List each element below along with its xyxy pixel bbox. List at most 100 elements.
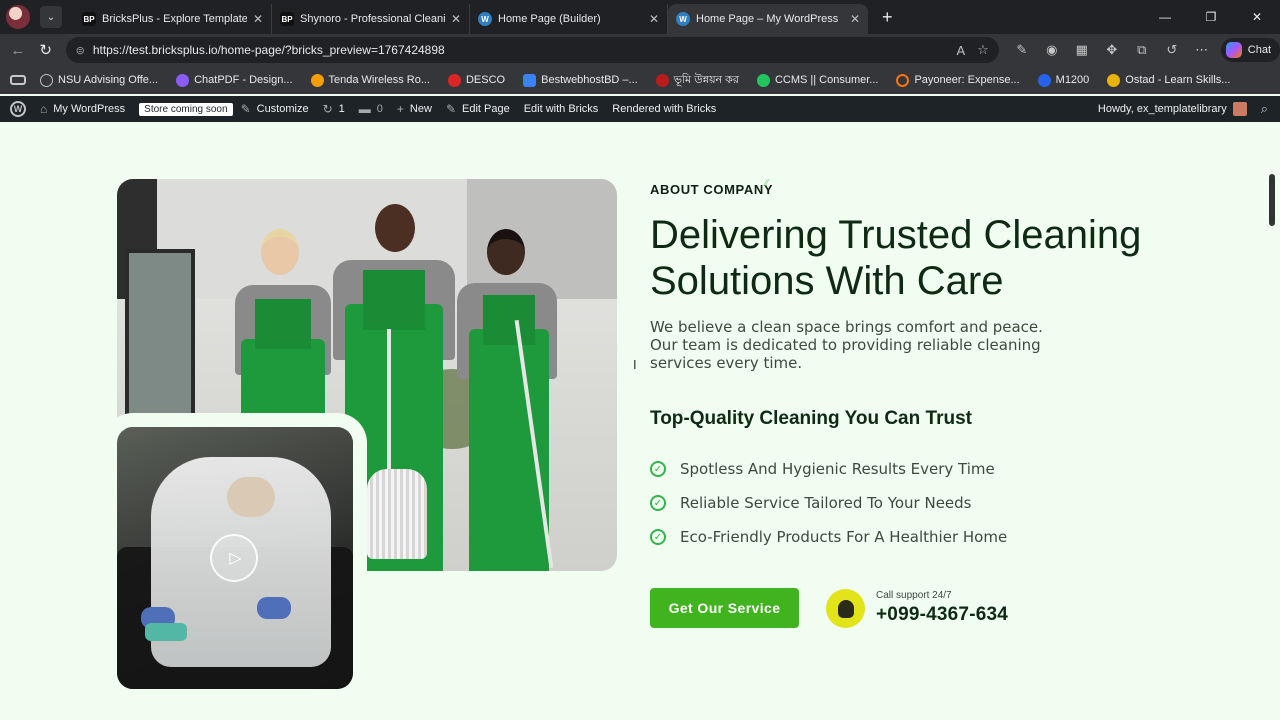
bookmark-item[interactable]: Tenda Wireless Ro...	[310, 73, 430, 87]
check-circle-icon: ✓	[650, 529, 666, 545]
section-description: We believe a clean space brings comfort …	[650, 318, 1043, 372]
updates-icon: ↻	[322, 102, 333, 116]
read-aloud-icon[interactable]: A	[956, 43, 965, 58]
support-agent-icon	[826, 589, 865, 628]
copilot-chat-button[interactable]: Chat	[1220, 38, 1280, 62]
extensions-puzzle-icon[interactable]: ✥	[1097, 42, 1127, 58]
bookmarks-bar: NSU Advising Offe... ChatPDF - Design...…	[0, 66, 1280, 94]
wp-site-name[interactable]: ⌂ My WordPress	[40, 102, 125, 116]
play-icon[interactable]: ▷	[210, 534, 258, 582]
get-our-service-button[interactable]: Get Our Service	[650, 588, 799, 628]
wp-new[interactable]: + New	[397, 102, 432, 116]
comment-icon: ▬	[358, 102, 371, 116]
bricksplus-favicon-icon: BP	[82, 12, 96, 26]
tab-shynoro[interactable]: BP Shynoro - Professional Cleaning Se ✕	[272, 4, 470, 34]
tab-builder[interactable]: W Home Page (Builder) ✕	[470, 4, 668, 34]
wp-edit-with-bricks[interactable]: Edit with Bricks	[524, 103, 599, 115]
toolbar-extensions: ✎ ◉ ▦ ✥ ⧉ ↺ ⋯	[1007, 42, 1217, 58]
list-item: ✓ Eco-Friendly Products For A Healthier …	[650, 520, 1007, 554]
page-title: Delivering Trusted Cleaning Solutions Wi…	[650, 213, 1142, 303]
tab-list-icon[interactable]: ⌄	[40, 6, 62, 28]
close-tab-icon[interactable]: ✕	[649, 12, 659, 26]
feature-list: ✓ Spotless And Hygienic Results Every Ti…	[650, 452, 1007, 554]
scrollbar-thumb[interactable]	[1269, 174, 1275, 226]
section-eyebrow: ABOUT COMPANY	[650, 182, 774, 197]
wp-updates[interactable]: ↻ 1	[323, 102, 345, 116]
wp-rendered-with-bricks[interactable]: Rendered with Bricks	[612, 103, 716, 115]
tab-title: Home Page (Builder)	[498, 13, 601, 25]
text-cursor-icon: I	[633, 357, 637, 372]
wp-comments[interactable]: ▬ 0	[359, 102, 383, 116]
bookmark-item[interactable]: ChatPDF - Design...	[176, 73, 293, 87]
ccms-icon	[756, 73, 770, 87]
extension-grid-icon[interactable]: ▦	[1067, 42, 1097, 58]
bookmark-item[interactable]: ভূমি উন্নয়ন কর	[655, 71, 739, 90]
profile-avatar[interactable]	[6, 5, 30, 29]
history-icon[interactable]: ↺	[1157, 42, 1187, 58]
minimize-icon[interactable]: —	[1142, 0, 1188, 34]
decorative-accent-icon: ⁄⁄	[765, 178, 769, 189]
vacuum-cleaner	[367, 469, 427, 559]
dashboard-icon: ⌂	[40, 102, 48, 116]
bookmark-item[interactable]: Ostad - Learn Skills...	[1107, 73, 1230, 87]
video-thumbnail[interactable]: ▷	[117, 427, 353, 689]
ostad-icon	[1107, 73, 1121, 87]
list-item: ✓ Spotless And Hygienic Results Every Ti…	[650, 452, 1007, 486]
bookmark-item[interactable]: CCMS || Consumer...	[756, 73, 878, 87]
desco-icon	[447, 73, 461, 87]
feature-text: Eco-Friendly Products For A Healthier Ho…	[680, 528, 1008, 546]
back-arrow-icon[interactable]: ←	[4, 42, 32, 59]
bookmark-item[interactable]: DESCO	[447, 73, 505, 87]
tab-title: Shynoro - Professional Cleaning Se	[300, 13, 445, 25]
copilot-icon	[1225, 42, 1242, 58]
tab-bricksplus[interactable]: BP BricksPlus - Explore Template Pack ✕	[74, 4, 272, 34]
tab-title: BricksPlus - Explore Template Pack	[102, 13, 247, 25]
support-label: Call support 24/7	[876, 590, 952, 601]
maximize-icon[interactable]: ❐	[1188, 0, 1234, 34]
bookmark-item[interactable]: M1200	[1037, 73, 1089, 87]
more-menu-icon[interactable]: ⋯	[1187, 42, 1217, 58]
bookmark-item[interactable]: BestwebhostBD –...	[523, 73, 638, 87]
store-status-badge[interactable]: Store coming soon	[139, 102, 233, 116]
payoneer-icon	[896, 73, 910, 87]
close-tab-icon[interactable]: ✕	[253, 12, 263, 26]
avatar	[1232, 102, 1247, 116]
bookmark-item[interactable]: Payoneer: Expense...	[896, 73, 1020, 87]
wp-edit-page[interactable]: ✎ Edit Page	[446, 102, 510, 116]
close-tab-icon[interactable]: ✕	[451, 12, 461, 26]
apps-icon[interactable]	[10, 75, 26, 85]
split-screen-icon[interactable]: ⧉	[1127, 42, 1157, 58]
pencil-icon: ✎	[445, 102, 456, 116]
support-phone-link[interactable]: +099-4367-634	[876, 604, 1008, 626]
new-tab-icon[interactable]: +	[882, 7, 893, 28]
chatpdf-icon	[176, 73, 190, 87]
reload-icon[interactable]: ↻	[32, 41, 60, 59]
section-subheading: Top-Quality Cleaning You Can Trust	[650, 408, 972, 429]
bestwebhost-icon	[523, 73, 537, 87]
land-tax-icon	[655, 73, 669, 87]
wordpress-favicon-icon: W	[676, 12, 690, 26]
tenda-icon	[310, 73, 324, 87]
wp-customize[interactable]: ✎ Customize	[241, 102, 309, 116]
feature-text: Spotless And Hygienic Results Every Time	[680, 460, 995, 478]
search-icon[interactable]: ⌕	[1261, 101, 1268, 117]
address-bar[interactable]: ⊜ https://test.bricksplus.io/home-page/?…	[65, 37, 999, 63]
browser-tab-bar: ⌄ BP BricksPlus - Explore Template Pack …	[0, 0, 1280, 34]
brush-icon: ✎	[240, 102, 251, 116]
url-text[interactable]: https://test.bricksplus.io/home-page/?br…	[93, 43, 945, 57]
wordpress-logo-icon[interactable]: W	[10, 101, 26, 117]
site-info-icon[interactable]: ⊜	[76, 44, 85, 57]
extension-pen-icon[interactable]: ✎	[1007, 42, 1037, 58]
globe-icon	[40, 73, 53, 87]
tab-home-page[interactable]: W Home Page – My WordPress ✕	[668, 4, 868, 34]
check-circle-icon: ✓	[650, 461, 666, 477]
wp-admin-bar: W ⌂ My WordPress Store coming soon ✎ Cus…	[0, 96, 1280, 122]
plus-icon: +	[396, 102, 404, 116]
wp-account[interactable]: Howdy, ex_templatelibrary ⌕	[1098, 101, 1268, 117]
favorite-star-icon[interactable]: ☆	[977, 42, 989, 58]
camera-icon[interactable]: ◉	[1037, 42, 1067, 58]
close-window-icon[interactable]: ✕	[1234, 0, 1280, 34]
close-tab-icon[interactable]: ✕	[850, 12, 860, 26]
bookmark-item[interactable]: NSU Advising Offe...	[40, 73, 158, 87]
list-item: ✓ Reliable Service Tailored To Your Need…	[650, 486, 1007, 520]
